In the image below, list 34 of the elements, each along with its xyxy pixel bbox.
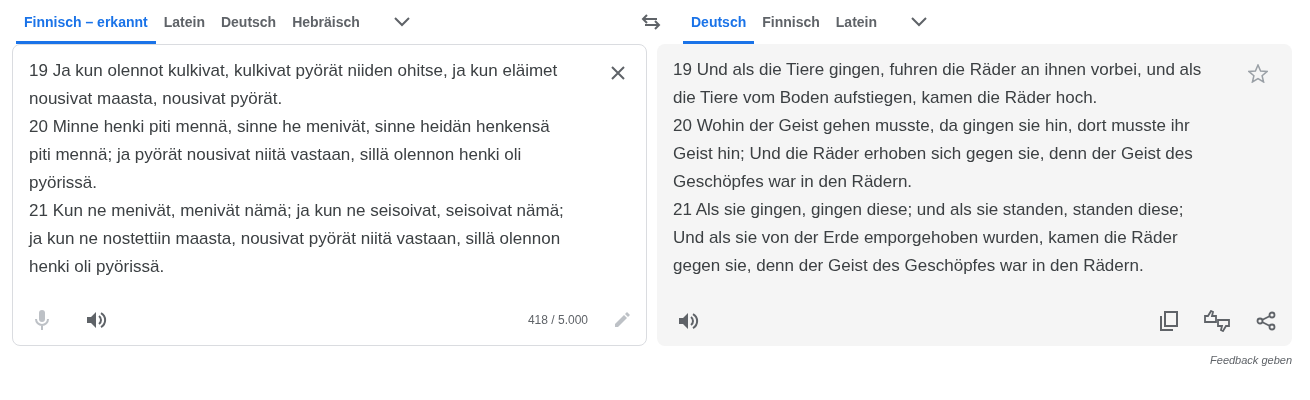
translation-text-line: Geist hin; Und die Räder erhoben sich gegen sie, denn der Geist des [673, 143, 1194, 165]
language-tab[interactable]: Latein [827, 0, 886, 44]
translation-text-line: Und als sie von der Erde emporgehoben wurden, kamen die Räder [673, 227, 1179, 249]
chevron-down-icon[interactable] [911, 17, 928, 27]
translation-text-line: 20 Wohin der Geist gehen musste, da gingen sie hin, dort musste ihr [673, 115, 1191, 137]
language-tab[interactable]: Hebräisch [284, 0, 368, 44]
translation-text-line: gegen sie, denn der Geist des Geschöpfes war in den Rädern. [673, 255, 1145, 277]
translation-text-line: 19 Und als die Tiere gingen, fuhren die Räder an ihnen vorbei, und als [673, 59, 1203, 81]
chevron-down-icon[interactable] [393, 17, 410, 27]
source-text-line[interactable]: henki oli pyörissä. [29, 253, 610, 281]
source-text-line[interactable]: nousivat maasta, nousivat pyörät. [29, 85, 610, 113]
copy-icon[interactable] [1160, 311, 1178, 331]
thumbs-up-down-icon[interactable] [1204, 310, 1230, 332]
translation-text-line: die Tiere vom Boden aufstiegen, kamen die Räder hoch. [673, 87, 1099, 109]
translation-text-line: Geschöpfes war in den Rädern. [673, 171, 914, 193]
source-text-line[interactable]: piti mennä; ja pyörät nousivat niitä vastaan, sillä olennon henki oli [29, 141, 610, 169]
source-text-line[interactable]: 19 Ja kun olennot kulkivat, kulkivat pyörät niiden ohitse, ja kun eläimet [29, 57, 610, 85]
language-tab[interactable]: Finnisch [754, 0, 828, 44]
language-tab[interactable]: Deutsch [212, 0, 285, 44]
source-text-line[interactable]: pyörissä. [29, 169, 610, 197]
source-text-line[interactable]: 20 Minne henki piti mennä, sinne he menivät, sinne heidän henkensä [29, 113, 610, 141]
star-icon[interactable] [1248, 64, 1268, 83]
close-icon[interactable] [610, 65, 626, 81]
language-tab[interactable]: Finnisch – erkannt [16, 0, 156, 44]
speaker-icon[interactable] [679, 312, 699, 330]
source-text-line[interactable]: ja kun ne nostettiin maasta, nousivat pyörät niitä vastaan, sillä olennon [29, 225, 610, 253]
swap-icon[interactable] [641, 14, 661, 30]
source-text-line[interactable]: 21 Kun ne menivät, menivät nämä; ja kun ne seisoivat, seisoivat nämä; [29, 197, 610, 225]
share-icon[interactable] [1256, 311, 1276, 331]
character-count: 418 / 5.000 [527, 313, 588, 327]
feedback-link[interactable]: Feedback geben [1210, 354, 1292, 366]
translation-text-line: 21 Als sie gingen, gingen diese; und als sie standen, standen diese; [673, 199, 1185, 221]
language-tab[interactable]: Latein [155, 0, 213, 44]
speaker-icon[interactable] [87, 311, 107, 329]
